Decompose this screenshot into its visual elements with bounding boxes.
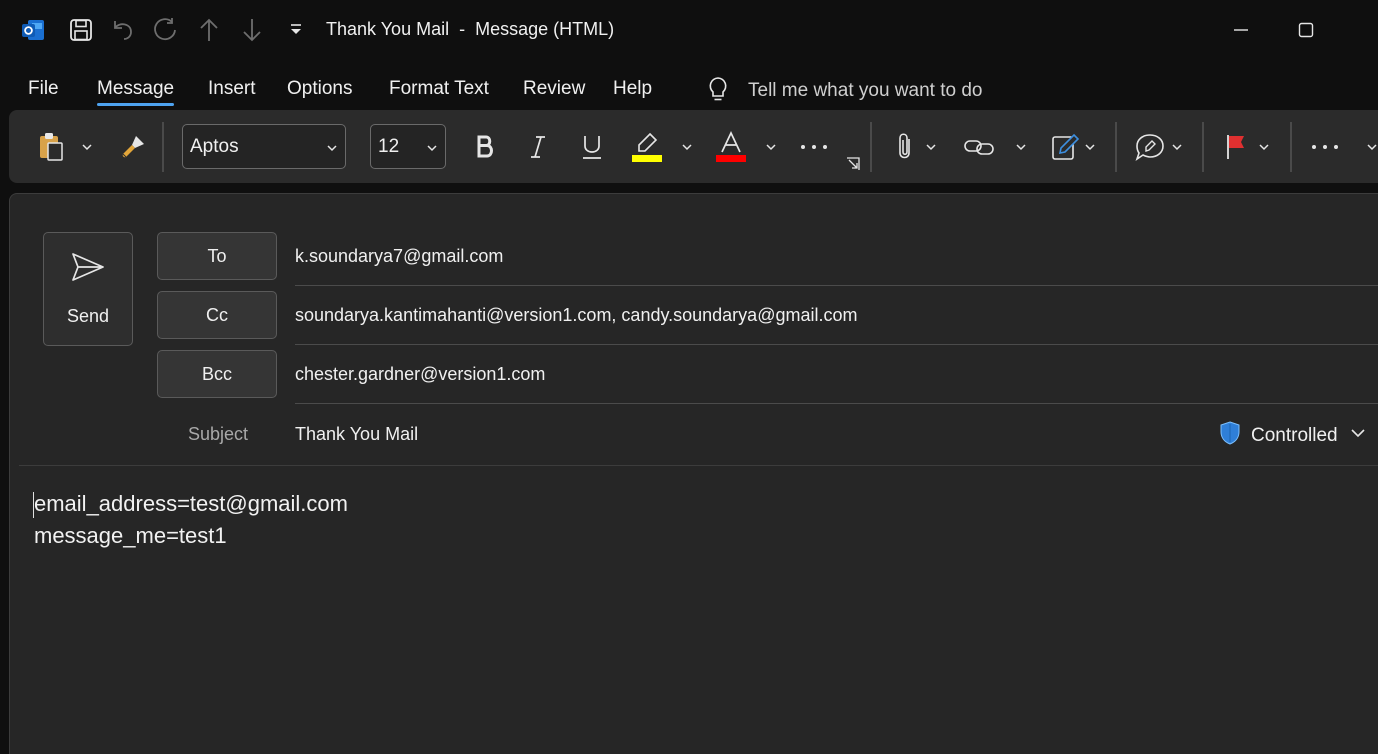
save-icon[interactable] [66, 12, 96, 48]
menu-review[interactable]: Review [523, 78, 585, 100]
format-painter-icon[interactable] [115, 124, 151, 170]
send-button[interactable]: Send [43, 232, 133, 346]
header-divider [19, 465, 1378, 466]
font-size-select[interactable]: 12 [370, 124, 446, 169]
chevron-down-icon [325, 139, 339, 161]
menu-bar: File Message Insert Options Format Text … [0, 68, 1378, 110]
paste-dropdown-icon[interactable] [77, 124, 97, 170]
attach-icon[interactable] [889, 124, 921, 170]
highlight-icon[interactable] [629, 124, 665, 170]
maximize-icon[interactable] [1286, 12, 1326, 48]
window-title: Thank You Mail - Message (HTML) [326, 19, 615, 39]
chevron-down-icon [1350, 425, 1366, 447]
more-icon[interactable] [1308, 124, 1342, 170]
font-color-icon[interactable] [713, 124, 749, 170]
dialog-launcher-icon[interactable] [845, 154, 861, 174]
sensitivity-dropdown[interactable]: Controlled [1218, 420, 1366, 452]
flag-dropdown-icon[interactable] [1254, 124, 1274, 170]
comment-dropdown-icon[interactable] [1167, 124, 1187, 170]
compose-pane: Send To Cc Bcc k.soundarya7@gmail.com so… [9, 193, 1378, 754]
attach-dropdown-icon[interactable] [921, 124, 941, 170]
font-name-select[interactable]: Aptos [182, 124, 346, 169]
menu-help[interactable]: Help [613, 78, 652, 100]
flag-icon[interactable] [1221, 124, 1251, 170]
menu-insert[interactable]: Insert [208, 78, 256, 100]
underline-icon[interactable] [574, 124, 610, 170]
tell-me-search[interactable]: Tell me what you want to do [706, 76, 982, 106]
subject-field[interactable]: Thank You Mail [295, 424, 418, 445]
message-body[interactable]: email_address=test@gmail.com message_me=… [34, 488, 348, 552]
redo-icon[interactable] [150, 12, 180, 48]
bcc-button[interactable]: Bcc [157, 350, 277, 398]
up-arrow-icon[interactable] [194, 12, 224, 48]
chevron-down-icon [425, 139, 439, 161]
link-dropdown-icon[interactable] [1011, 124, 1031, 170]
font-size-value: 12 [378, 135, 400, 157]
paste-icon[interactable] [31, 124, 71, 170]
title-bar: Thank You Mail - Message (HTML) [0, 0, 1378, 60]
customize-dropdown-icon[interactable] [284, 12, 308, 48]
bold-icon[interactable] [467, 124, 503, 170]
ribbon-expand-icon[interactable] [1365, 124, 1378, 170]
minimize-icon[interactable] [1221, 12, 1261, 48]
send-label: Send [66, 306, 110, 326]
link-icon[interactable] [961, 124, 997, 170]
to-field[interactable]: k.soundarya7@gmail.com [295, 227, 1378, 286]
body-line: message_me=test1 [34, 523, 227, 548]
outlook-icon [18, 12, 48, 48]
down-arrow-icon[interactable] [237, 12, 267, 48]
menu-message[interactable]: Message [97, 78, 175, 106]
shield-icon [1218, 420, 1242, 452]
lightbulb-icon [706, 75, 730, 108]
send-icon [70, 251, 106, 288]
cc-button[interactable]: Cc [157, 291, 277, 339]
signature-icon[interactable] [1049, 124, 1081, 170]
cc-field[interactable]: soundarya.kantimahanti@version1.com, can… [295, 286, 1378, 345]
comment-icon[interactable] [1133, 124, 1167, 170]
to-button[interactable]: To [157, 232, 277, 280]
menu-file[interactable]: File [28, 78, 59, 100]
font-name-value: Aptos [190, 135, 239, 157]
font-color-dropdown-icon[interactable] [761, 124, 781, 170]
sensitivity-label: Controlled [1251, 425, 1338, 446]
tell-me-text: Tell me what you want to do [748, 80, 983, 101]
bcc-field[interactable]: chester.gardner@version1.com [295, 345, 1378, 404]
more-icon[interactable] [796, 124, 832, 170]
highlight-dropdown-icon[interactable] [677, 124, 697, 170]
signature-dropdown-icon[interactable] [1080, 124, 1100, 170]
menu-options[interactable]: Options [287, 78, 352, 100]
subject-label: Subject [188, 424, 249, 444]
ribbon: Aptos 12 [9, 110, 1378, 183]
italic-icon[interactable] [520, 124, 556, 170]
menu-format-text[interactable]: Format Text [389, 78, 489, 100]
body-line: email_address=test@gmail.com [34, 491, 348, 516]
undo-icon[interactable] [108, 12, 138, 48]
